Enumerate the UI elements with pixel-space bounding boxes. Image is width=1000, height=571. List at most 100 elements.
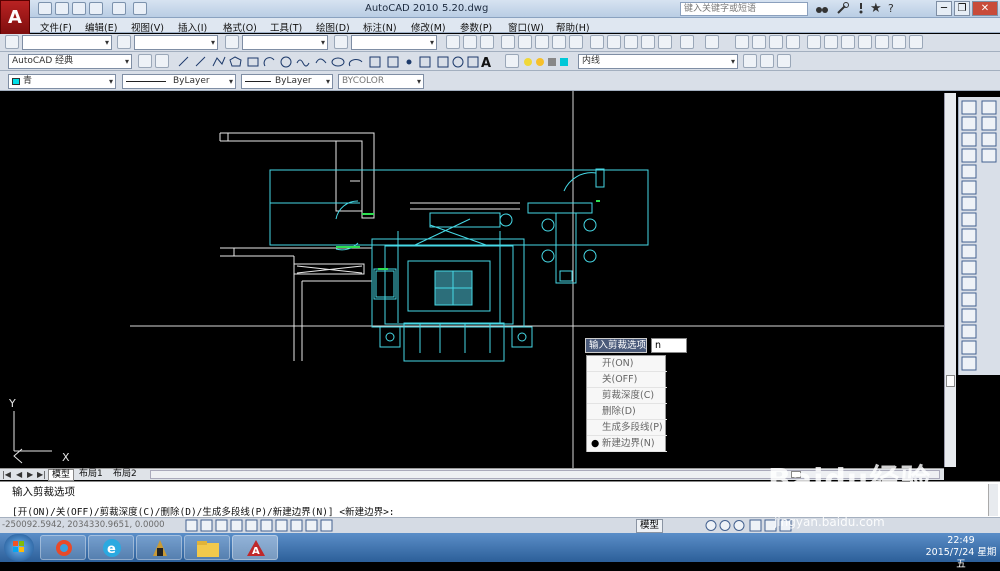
block-editor-icon[interactable] bbox=[658, 35, 672, 49]
zoom-realtime-icon[interactable] bbox=[752, 35, 766, 49]
make-current-layer-icon[interactable] bbox=[743, 54, 757, 68]
paste-icon[interactable] bbox=[624, 35, 638, 49]
vertical-scrollbar[interactable] bbox=[944, 93, 956, 467]
pan-icon[interactable] bbox=[735, 35, 749, 49]
open-icon[interactable] bbox=[55, 2, 69, 15]
menu-view[interactable]: 视图(V) bbox=[131, 20, 164, 34]
redo-toolbar-icon[interactable] bbox=[705, 35, 719, 49]
qnew-icon[interactable] bbox=[446, 35, 460, 49]
layer-iso-icon[interactable] bbox=[777, 54, 791, 68]
menu-parametric[interactable]: 参数(P) bbox=[460, 20, 492, 34]
app-menu-button[interactable]: A bbox=[0, 0, 30, 36]
menu-insert[interactable]: 插入(I) bbox=[178, 20, 207, 34]
dynamic-input-field[interactable]: n bbox=[651, 338, 687, 353]
taskbar-autocad-icon[interactable]: A bbox=[232, 535, 278, 560]
plotstyle-combo[interactable]: BYCOLOR bbox=[338, 74, 424, 89]
drawing-area[interactable]: Y X bbox=[0, 91, 944, 468]
binoculars-icon[interactable] bbox=[815, 2, 829, 15]
help-icon[interactable]: ? bbox=[888, 2, 902, 15]
save-icon[interactable] bbox=[72, 2, 86, 15]
zoom-previous-icon[interactable] bbox=[786, 35, 800, 49]
text-style-combo[interactable] bbox=[22, 35, 112, 50]
menu-tools[interactable]: 工具(T) bbox=[270, 20, 302, 34]
minimize-button[interactable]: ─ bbox=[936, 1, 952, 16]
menu-file[interactable]: 文件(F) bbox=[40, 20, 72, 34]
menu-modify[interactable]: 修改(M) bbox=[411, 20, 446, 34]
tab-nav-next-icon[interactable]: ▶ bbox=[27, 470, 33, 479]
tab-layout2[interactable]: 布局2 bbox=[110, 469, 140, 481]
model-space-button[interactable]: 模型 bbox=[636, 519, 664, 533]
taskbar-app1-icon[interactable] bbox=[40, 535, 86, 560]
undo-toolbar-icon[interactable] bbox=[680, 35, 694, 49]
dim-style-icon[interactable] bbox=[117, 35, 131, 49]
markup-icon[interactable] bbox=[875, 35, 889, 49]
etransmit-icon[interactable] bbox=[569, 35, 583, 49]
start-button[interactable] bbox=[4, 534, 34, 561]
color-combo[interactable]: 青 bbox=[8, 74, 116, 89]
tool-palettes-icon[interactable] bbox=[841, 35, 855, 49]
plot-icon[interactable] bbox=[133, 2, 147, 15]
menu-window[interactable]: 窗口(W) bbox=[508, 20, 544, 34]
layer-combo[interactable]: 内线 bbox=[578, 54, 738, 69]
menu-dimension[interactable]: 标注(N) bbox=[363, 20, 397, 34]
tab-nav-first-icon[interactable]: |◀ bbox=[2, 470, 11, 479]
workspace-settings-icon[interactable] bbox=[138, 54, 152, 68]
drafting-toggles[interactable] bbox=[185, 519, 345, 532]
workspace-save-icon[interactable] bbox=[155, 54, 169, 68]
menu-draw[interactable]: 绘图(D) bbox=[316, 20, 350, 34]
tab-nav-last-icon[interactable]: ▶| bbox=[37, 470, 46, 479]
zoom-window-icon[interactable] bbox=[769, 35, 783, 49]
system-clock[interactable]: 22:49 2015/7/24 星期五 bbox=[922, 535, 1000, 571]
lineweight-combo[interactable]: ByLayer bbox=[241, 74, 333, 89]
option-off[interactable]: 关(OFF) bbox=[587, 372, 667, 388]
taskbar-explorer-icon[interactable] bbox=[184, 535, 230, 560]
layer-manager-icon[interactable] bbox=[505, 54, 519, 68]
menu-help[interactable]: 帮助(H) bbox=[556, 20, 590, 34]
tab-layout1[interactable]: 布局1 bbox=[76, 469, 106, 481]
quickcalc-icon[interactable] bbox=[892, 35, 906, 49]
menu-format[interactable]: 格式(O) bbox=[223, 20, 257, 34]
command-scrollbar[interactable] bbox=[988, 484, 998, 516]
table-style-combo[interactable] bbox=[242, 35, 328, 50]
new-icon[interactable] bbox=[38, 2, 52, 15]
layer-previous-icon[interactable] bbox=[760, 54, 774, 68]
wrench-icon[interactable] bbox=[836, 2, 850, 15]
cut-icon[interactable] bbox=[590, 35, 604, 49]
favorites-icon[interactable]: ★ bbox=[870, 1, 884, 16]
publish-icon[interactable] bbox=[535, 35, 549, 49]
print-icon[interactable] bbox=[501, 35, 515, 49]
option-clip-depth[interactable]: 剪裁深度(C) bbox=[587, 388, 667, 404]
menu-edit[interactable]: 编辑(E) bbox=[85, 20, 117, 34]
option-generate-polyline[interactable]: 生成多段线(P) bbox=[587, 420, 667, 436]
comm-center-icon[interactable] bbox=[854, 2, 868, 15]
taskbar-app3-icon[interactable] bbox=[136, 535, 182, 560]
redo-icon[interactable] bbox=[112, 2, 126, 15]
option-delete[interactable]: 删除(D) bbox=[587, 404, 667, 420]
workspace-combo[interactable]: AutoCAD 经典 bbox=[8, 54, 132, 69]
save-file-icon[interactable] bbox=[480, 35, 494, 49]
undo-icon[interactable] bbox=[89, 2, 103, 15]
help-toolbar-icon[interactable] bbox=[909, 35, 923, 49]
search-input[interactable]: 键入关键字或短语 bbox=[680, 2, 808, 16]
table-style-icon[interactable] bbox=[225, 35, 239, 49]
preview-icon[interactable] bbox=[518, 35, 532, 49]
option-on[interactable]: 开(ON) bbox=[587, 356, 667, 372]
sheet-set-icon[interactable] bbox=[858, 35, 872, 49]
scroll-thumb[interactable] bbox=[946, 375, 955, 387]
close-button[interactable]: ✕ bbox=[972, 1, 998, 16]
tab-nav-prev-icon[interactable]: ◀ bbox=[16, 470, 22, 479]
mleader-style-combo[interactable] bbox=[351, 35, 437, 50]
open-file-icon[interactable] bbox=[463, 35, 477, 49]
restore-button[interactable]: ❐ bbox=[954, 1, 970, 16]
taskbar-ie-icon[interactable]: e bbox=[88, 535, 134, 560]
3d-dwf-icon[interactable] bbox=[552, 35, 566, 49]
tab-model[interactable]: 模型 bbox=[48, 469, 75, 481]
design-center-icon[interactable] bbox=[824, 35, 838, 49]
linetype-combo[interactable]: ByLayer bbox=[122, 74, 236, 89]
copy-icon[interactable] bbox=[607, 35, 621, 49]
mleader-style-icon[interactable] bbox=[334, 35, 348, 49]
match-prop-icon[interactable] bbox=[641, 35, 655, 49]
dim-style-combo[interactable] bbox=[134, 35, 218, 50]
properties-icon[interactable] bbox=[807, 35, 821, 49]
text-style-icon[interactable] bbox=[5, 35, 19, 49]
